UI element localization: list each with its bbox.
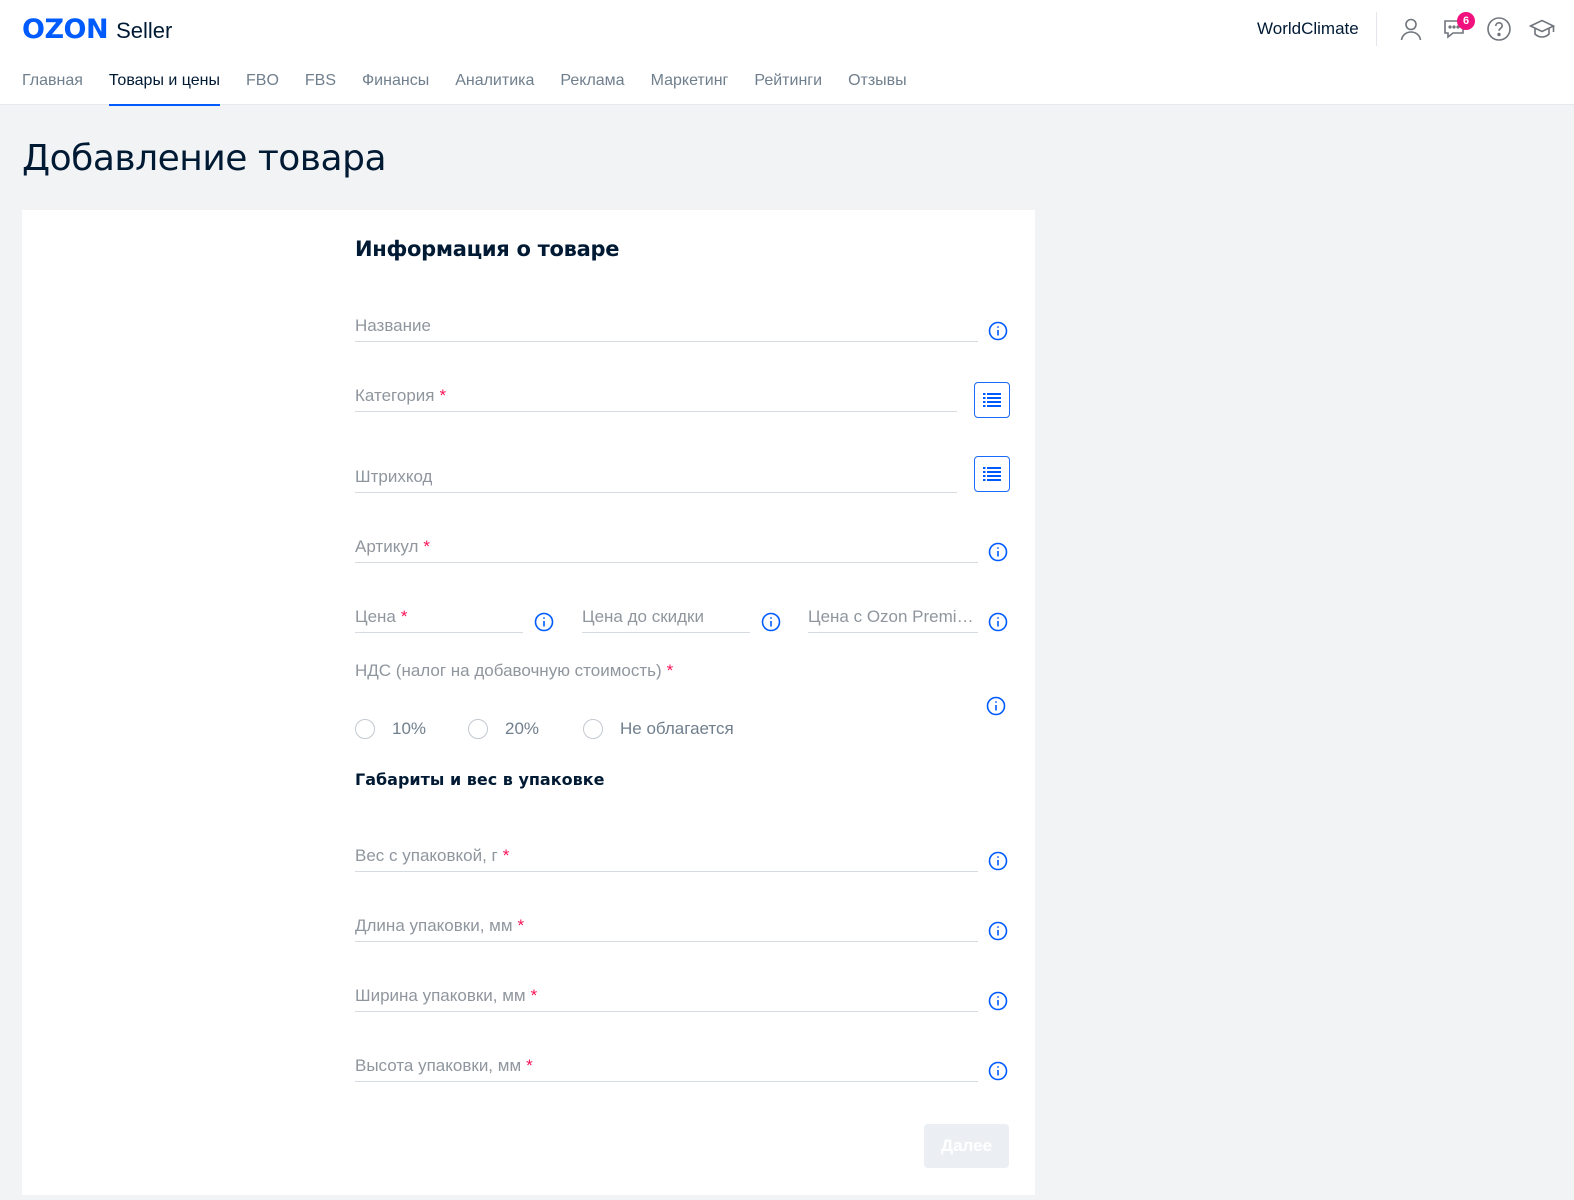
top-header: OZON Seller WorldClimate 6 Главная Товар… [0,0,1574,106]
category-field[interactable]: Категория * [355,384,957,412]
height-input[interactable] [355,1054,978,1080]
next-button[interactable]: Далее [924,1124,1009,1168]
vat-radio-20[interactable]: 20% [468,719,539,739]
nav-item-marketing[interactable]: Маркетинг [651,70,729,105]
logo-brand: OZON [22,14,109,45]
nav-item-products-prices[interactable]: Товары и цены [108,70,221,106]
vat-option-label: Не облагается [620,719,734,738]
header-divider [1376,12,1377,46]
list-icon [983,467,1001,481]
section-title-product-info: Информация о товаре [355,237,620,261]
category-input[interactable] [355,384,957,410]
height-field[interactable]: Высота упаковки, мм * [355,1054,978,1082]
vat-radio-none[interactable]: Не облагается [583,719,734,739]
info-icon[interactable] [534,612,554,632]
info-icon[interactable] [988,851,1008,871]
barcode-field[interactable]: Штрихкод [355,465,957,493]
education-icon[interactable] [1529,16,1555,42]
radio-circle[interactable] [583,719,603,739]
nav-item-advertising[interactable]: Реклама [560,70,624,105]
length-input[interactable] [355,914,978,940]
name-field[interactable]: Название [355,314,978,342]
radio-circle[interactable] [468,719,488,739]
required-mark: * [666,661,674,680]
info-icon[interactable] [761,612,781,632]
barcode-list-button[interactable] [974,456,1010,492]
user-icon[interactable] [1398,16,1424,42]
info-icon[interactable] [988,991,1008,1011]
weight-input[interactable] [355,844,978,870]
logo-product: Seller [116,18,173,43]
width-field[interactable]: Ширина упаковки, мм * [355,984,978,1012]
nav-item-finance[interactable]: Финансы [362,70,429,105]
category-list-button[interactable] [974,382,1010,418]
page-title: Добавление товара [22,138,387,179]
main-nav: Главная Товары и цены FBO FBS Финансы Ан… [22,70,933,106]
nav-item-reviews[interactable]: Отзывы [848,70,907,105]
notifications-badge: 6 [1457,12,1475,30]
nav-item-analytics[interactable]: Аналитика [455,70,534,105]
list-icon [983,393,1001,407]
nav-item-fbo[interactable]: FBO [246,70,279,105]
premium-price-input[interactable] [808,605,978,631]
vat-radio-10[interactable]: 10% [355,719,426,739]
info-icon[interactable] [988,542,1008,562]
length-field[interactable]: Длина упаковки, мм * [355,914,978,942]
price-field[interactable]: Цена * [355,605,523,633]
barcode-input[interactable] [355,465,957,491]
info-icon[interactable] [988,921,1008,941]
nav-item-fbs[interactable]: FBS [305,70,336,105]
ozon-seller-logo[interactable]: OZON Seller [22,14,172,45]
nav-item-home[interactable]: Главная [22,70,83,105]
article-input[interactable] [355,535,978,561]
article-field[interactable]: Артикул * [355,535,978,563]
section-title-dimensions: Габариты и вес в упаковке [355,770,605,789]
vat-label: НДС (налог на добавочную стоимость) * [355,661,674,680]
account-name[interactable]: WorldClimate [1257,19,1359,39]
old-price-input[interactable] [582,605,750,631]
nav-item-ratings[interactable]: Рейтинги [754,70,822,105]
product-form-card [22,210,1035,1195]
info-icon[interactable] [988,321,1008,341]
name-input[interactable] [355,314,978,340]
vat-option-label: 10% [392,719,427,738]
width-input[interactable] [355,984,978,1010]
help-icon[interactable] [1486,16,1512,42]
premium-price-field[interactable]: Цена с Ozon Premium [808,605,978,633]
info-icon[interactable] [988,612,1008,632]
vat-option-label: 20% [505,719,540,738]
weight-field[interactable]: Вес с упаковкой, г * [355,844,978,872]
price-input[interactable] [355,605,523,631]
info-icon[interactable] [988,1061,1008,1081]
info-icon[interactable] [986,696,1006,716]
radio-circle[interactable] [355,719,375,739]
old-price-field[interactable]: Цена до скидки [582,605,750,633]
